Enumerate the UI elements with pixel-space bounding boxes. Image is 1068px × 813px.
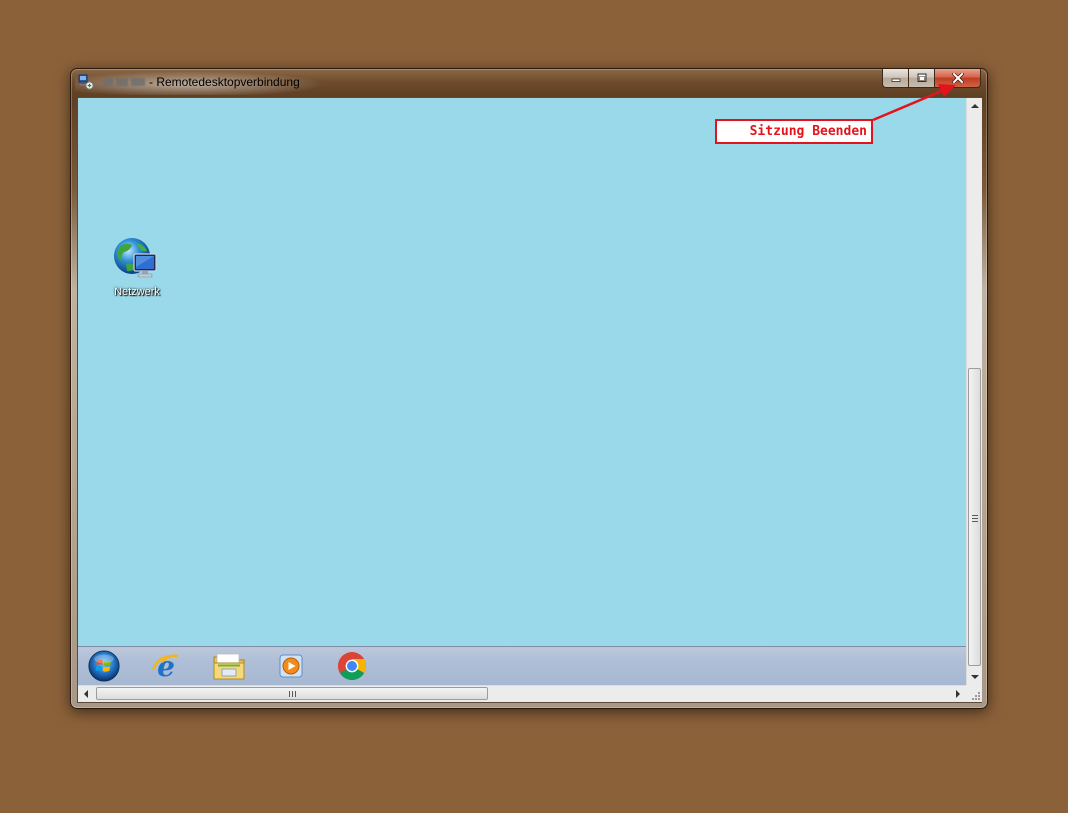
taskbar-media-player[interactable] bbox=[275, 650, 307, 682]
caption-buttons bbox=[882, 69, 981, 88]
maximize-button[interactable] bbox=[909, 69, 935, 88]
horizontal-scrollbar[interactable] bbox=[78, 685, 966, 702]
vertical-scrollbar[interactable] bbox=[966, 98, 982, 685]
windows-start-orb-icon bbox=[88, 650, 120, 682]
close-button[interactable] bbox=[935, 69, 981, 88]
taskbar-google-chrome[interactable] bbox=[336, 650, 368, 682]
desktop-icon-label: Netzwerk bbox=[114, 286, 160, 298]
network-globe-icon bbox=[114, 238, 157, 278]
windows-explorer-folder-icon bbox=[213, 653, 245, 680]
scroll-left-button[interactable] bbox=[78, 686, 94, 702]
blurred-computer-name bbox=[103, 77, 147, 87]
scroll-right-button[interactable] bbox=[950, 686, 966, 702]
title-bar[interactable]: - Remotedesktopverbindung bbox=[71, 69, 987, 97]
arrow-right-icon bbox=[956, 690, 960, 698]
arrow-left-icon bbox=[84, 690, 88, 698]
window-title: - Remotedesktopverbindung bbox=[149, 75, 300, 89]
start-button[interactable] bbox=[88, 650, 120, 682]
minimize-icon bbox=[891, 78, 900, 82]
remote-desktop-app-icon[interactable] bbox=[78, 74, 94, 90]
annotation-label-box: Sitzung Beenden bbox=[715, 119, 873, 144]
remote-taskbar: e bbox=[78, 646, 966, 685]
internet-explorer-icon: e bbox=[151, 650, 179, 682]
desktop-icon-netzwerk[interactable]: Netzwerk bbox=[106, 236, 168, 298]
minimize-button[interactable] bbox=[882, 69, 909, 88]
taskbar-windows-explorer[interactable] bbox=[213, 650, 245, 682]
arrow-down-icon bbox=[971, 675, 979, 679]
annotation-label: Sitzung Beenden bbox=[749, 124, 867, 139]
close-icon bbox=[951, 73, 964, 83]
scroll-down-button[interactable] bbox=[967, 669, 983, 685]
horizontal-scroll-thumb[interactable] bbox=[96, 687, 488, 700]
taskbar-internet-explorer[interactable]: e bbox=[150, 650, 182, 682]
arrow-up-icon bbox=[971, 104, 979, 108]
maximize-icon bbox=[917, 73, 926, 82]
resize-grip-icon bbox=[972, 692, 980, 700]
remote-desktop[interactable]: Netzwerk bbox=[78, 98, 966, 646]
scroll-up-button[interactable] bbox=[967, 98, 983, 114]
vertical-scroll-thumb[interactable] bbox=[968, 368, 981, 666]
google-chrome-icon bbox=[338, 652, 366, 680]
resize-grip[interactable] bbox=[966, 685, 982, 702]
remote-session-area: Netzwerk e bbox=[77, 97, 982, 703]
remote-desktop-window: - Remotedesktopverbindung Netzwerk e bbox=[70, 68, 988, 709]
windows-media-player-icon bbox=[279, 654, 303, 678]
